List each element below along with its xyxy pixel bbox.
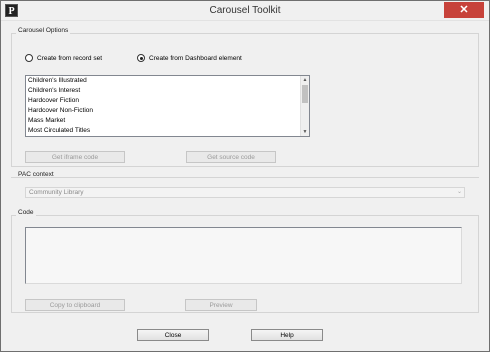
radio-record-set-circle[interactable]: [25, 54, 33, 62]
title-bar: P Carousel Toolkit ✕: [1, 1, 489, 21]
window-close-button[interactable]: ✕: [444, 2, 484, 18]
pac-context-value: Community Library: [29, 189, 84, 196]
carousel-options-label: Carousel Options: [16, 27, 71, 34]
chevron-down-icon[interactable]: ⌄: [457, 188, 462, 197]
list-scrollbar[interactable]: ▲ ▼: [300, 76, 309, 136]
list-item[interactable]: Hardcover Non-Fiction: [26, 106, 309, 116]
radio-dashboard-label: Create from Dashboard element: [149, 54, 242, 62]
code-label: Code: [16, 209, 36, 216]
scroll-up-icon[interactable]: ▲: [301, 76, 309, 84]
list-item[interactable]: Children's Illustrated: [26, 76, 309, 86]
code-textarea[interactable]: [25, 227, 462, 284]
list-item[interactable]: Children's Interest: [26, 86, 309, 96]
radio-record-set-label: Create from record set: [37, 54, 103, 62]
pac-context-divider: [11, 177, 479, 178]
dashboard-element-list[interactable]: Children's Illustrated Children's Intere…: [25, 75, 310, 137]
radio-record-set[interactable]: Create from record set: [25, 54, 102, 62]
copy-to-clipboard-button[interactable]: Copy to clipboard: [25, 299, 125, 311]
scroll-thumb[interactable]: [302, 85, 308, 103]
close-button[interactable]: Close: [137, 329, 209, 341]
pac-context-select[interactable]: Community Library ⌄: [25, 187, 465, 198]
list-item[interactable]: Hardcover Fiction: [26, 96, 309, 106]
preview-button[interactable]: Preview: [185, 299, 257, 311]
list-item[interactable]: Mass Market: [26, 116, 309, 126]
radio-dashboard-circle[interactable]: [137, 54, 145, 62]
carousel-toolkit-window: P Carousel Toolkit ✕ Carousel Options Cr…: [0, 0, 490, 352]
radio-dashboard-element[interactable]: Create from Dashboard element: [137, 54, 242, 62]
list-item[interactable]: Most Circulated Titles: [26, 126, 309, 136]
get-source-code-button[interactable]: Get source code: [186, 151, 276, 163]
help-button[interactable]: Help: [251, 329, 323, 341]
get-iframe-code-button[interactable]: Get iframe code: [25, 151, 125, 163]
scroll-down-icon[interactable]: ▼: [301, 128, 309, 136]
window-title: Carousel Toolkit: [209, 5, 281, 16]
